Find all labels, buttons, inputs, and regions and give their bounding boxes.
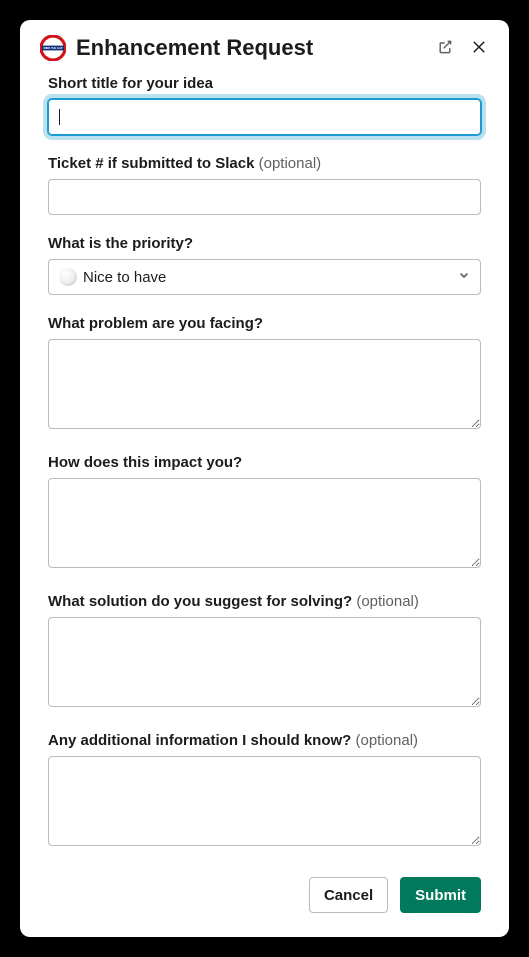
short-title-label: Short title for your idea — [48, 75, 481, 92]
close-icon — [471, 39, 487, 58]
close-button[interactable] — [469, 37, 489, 60]
field-priority: What is the priority? Nice to have — [48, 235, 481, 295]
additional-label-text: Any additional information I should know… — [48, 732, 356, 749]
solution-label: What solution do you suggest for solving… — [48, 593, 481, 610]
solution-textarea[interactable] — [48, 617, 481, 707]
additional-textarea[interactable] — [48, 756, 481, 846]
modal-body: Short title for your idea Ticket # if su… — [20, 71, 509, 865]
ticket-label: Ticket # if submitted to Slack (optional… — [48, 155, 481, 172]
modal-header: MIND THE GAP Enhancement Request — [20, 20, 509, 71]
additional-label: Any additional information I should know… — [48, 732, 481, 749]
impact-label: How does this impact you? — [48, 454, 481, 471]
solution-label-text: What solution do you suggest for solving… — [48, 593, 356, 610]
field-problem: What problem are you facing? — [48, 315, 481, 434]
priority-selected-text: Nice to have — [83, 269, 452, 286]
app-logo-icon: MIND THE GAP — [40, 35, 66, 61]
field-additional: Any additional information I should know… — [48, 732, 481, 851]
priority-label: What is the priority? — [48, 235, 481, 252]
modal-footer: Cancel Submit — [20, 865, 509, 937]
open-external-button[interactable] — [435, 37, 455, 60]
impact-textarea[interactable] — [48, 478, 481, 568]
problem-label: What problem are you facing? — [48, 315, 481, 332]
additional-optional-text: (optional) — [356, 732, 419, 749]
priority-option-icon — [59, 268, 77, 286]
svg-text:MIND THE GAP: MIND THE GAP — [44, 46, 63, 50]
external-link-icon — [437, 39, 453, 58]
field-solution: What solution do you suggest for solving… — [48, 593, 481, 712]
short-title-input[interactable] — [48, 99, 481, 135]
ticket-label-text: Ticket # if submitted to Slack — [48, 155, 259, 172]
ticket-input[interactable] — [48, 179, 481, 215]
modal-dialog: MIND THE GAP Enhancement Request — [20, 20, 509, 937]
field-impact: How does this impact you? — [48, 454, 481, 573]
field-short-title: Short title for your idea — [48, 75, 481, 135]
ticket-optional-text: (optional) — [259, 155, 322, 172]
chevron-down-icon — [458, 268, 470, 286]
cancel-button[interactable]: Cancel — [309, 877, 388, 913]
problem-textarea[interactable] — [48, 339, 481, 429]
submit-button[interactable]: Submit — [400, 877, 481, 913]
modal-title: Enhancement Request — [76, 35, 425, 61]
field-ticket: Ticket # if submitted to Slack (optional… — [48, 155, 481, 215]
header-actions — [435, 37, 489, 60]
priority-select[interactable]: Nice to have — [48, 259, 481, 295]
text-cursor — [59, 109, 61, 125]
solution-optional-text: (optional) — [356, 593, 419, 610]
